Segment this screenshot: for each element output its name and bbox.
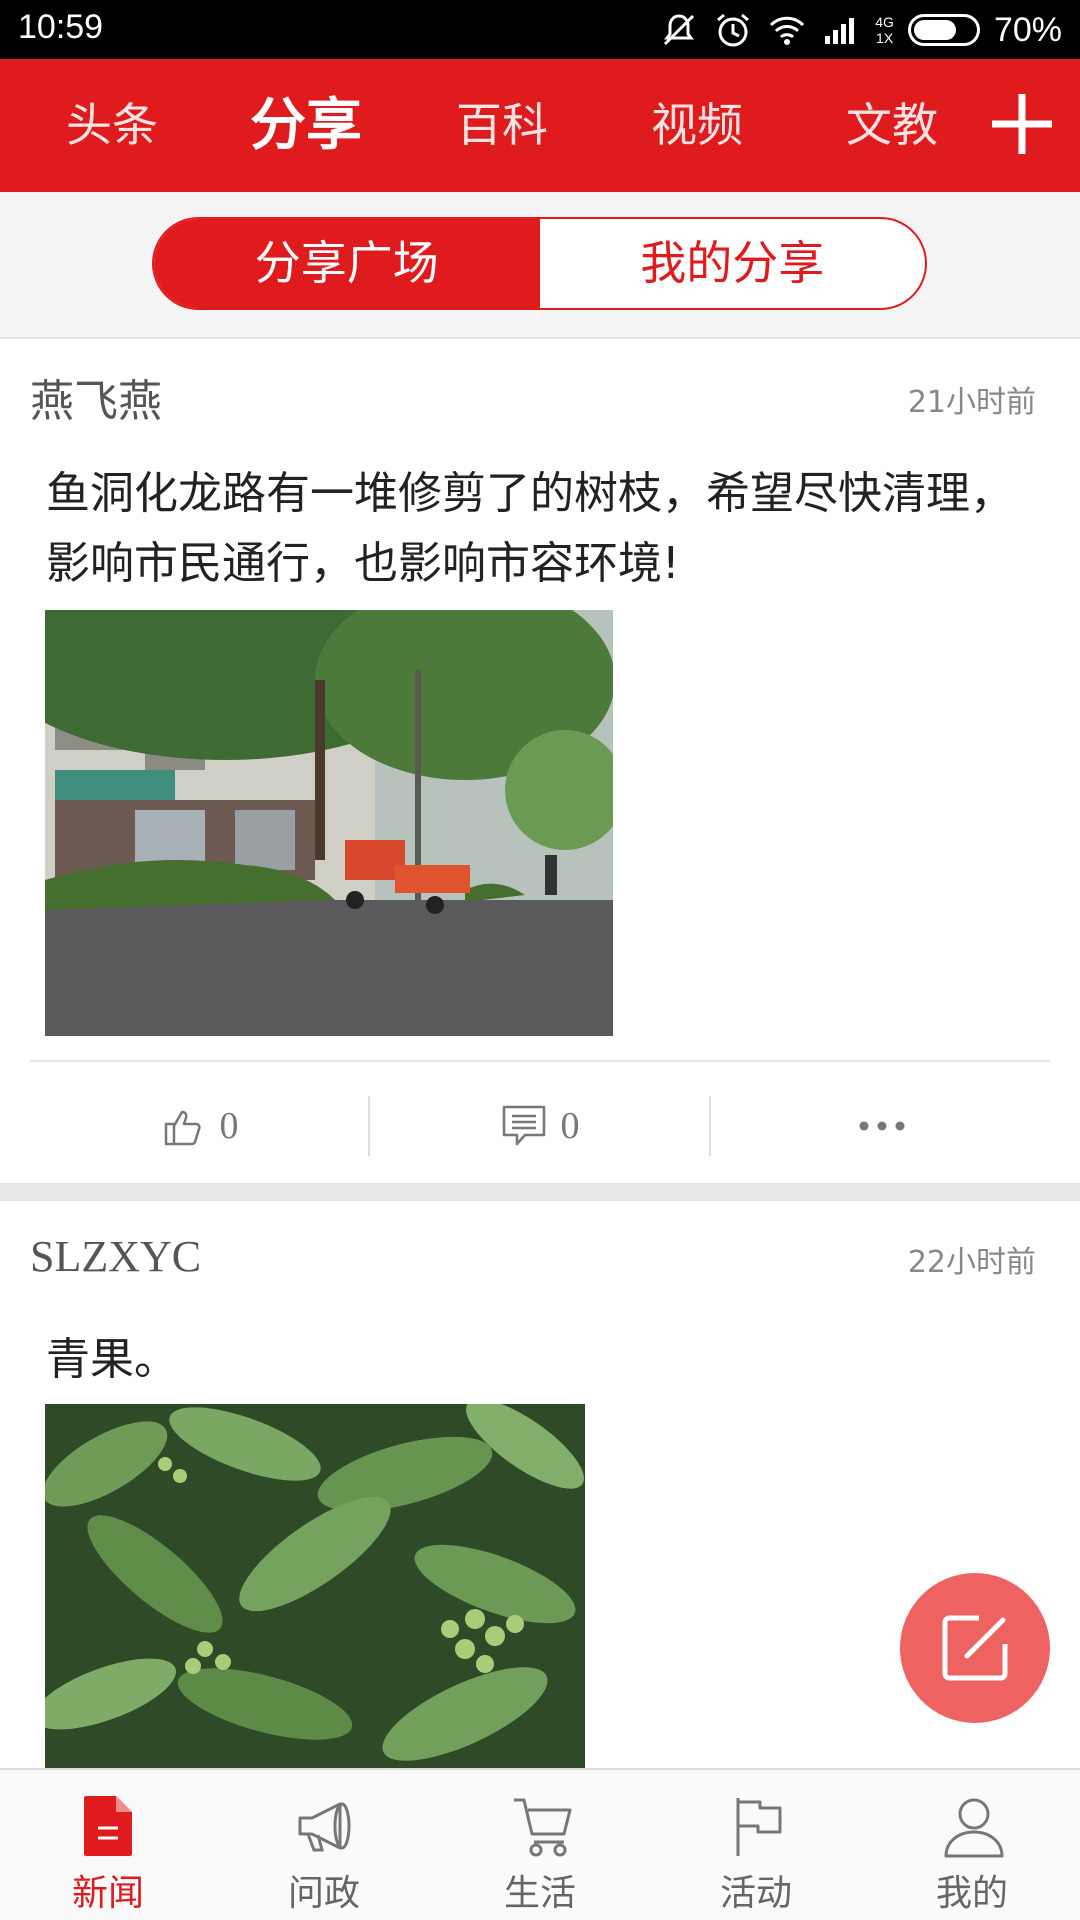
bottom-nav: 新闻 问政 生活 活动 我的 — [0, 1768, 1080, 1920]
post-text: 青果。 — [46, 1334, 178, 1385]
tab-culture-education[interactable]: 文教 — [822, 59, 962, 192]
share-segment-area: 分享广场 我的分享 — [0, 192, 1080, 339]
post-photo[interactable] — [45, 1404, 585, 1768]
cart-icon — [514, 1798, 572, 1857]
segment-share-square[interactable]: 分享广场 — [154, 219, 540, 308]
status-bar: 10:59 4G 1X 70% — [0, 0, 1080, 59]
battery-percent: 70% — [993, 10, 1062, 49]
megaphone-icon — [298, 1802, 351, 1852]
like-count: 0 — [219, 1105, 239, 1147]
bottom-nav-label: 问政 — [287, 1873, 360, 1914]
comment-button[interactable]: 0 — [370, 1081, 710, 1171]
tab-share[interactable]: 分享 — [236, 59, 376, 192]
action-separator — [709, 1096, 711, 1156]
post-author[interactable]: SLZXYC — [30, 1231, 201, 1282]
more-button[interactable] — [712, 1081, 1052, 1171]
segment-my-shares[interactable]: 我的分享 — [540, 219, 926, 308]
comment-icon — [502, 1105, 545, 1146]
mute-icon — [664, 14, 695, 46]
post-separator — [0, 1183, 1080, 1201]
tab-headlines[interactable]: 头条 — [42, 59, 182, 192]
post-time: 22小时前 — [907, 1245, 1036, 1280]
news-icon — [84, 1796, 132, 1856]
tab-encyclopedia[interactable]: 百科 — [432, 59, 572, 192]
user-icon — [944, 1798, 1004, 1858]
bottom-nav-label: 我的 — [935, 1873, 1008, 1914]
category-nav: 头条 分享 百科 视频 文教 — [0, 59, 1080, 192]
bottom-nav-life[interactable]: 生活 — [432, 1770, 648, 1920]
bottom-nav-label: 新闻 — [71, 1873, 144, 1914]
bottom-nav-news[interactable]: 新闻 — [0, 1770, 216, 1920]
bottom-nav-label: 生活 — [503, 1873, 576, 1914]
thumbs-up-icon — [164, 1110, 201, 1146]
compose-icon — [942, 1615, 1008, 1681]
post-divider — [30, 1060, 1050, 1062]
like-button[interactable]: 0 — [30, 1081, 370, 1171]
bottom-nav-mine[interactable]: 我的 — [864, 1770, 1080, 1920]
bottom-nav-activities[interactable]: 活动 — [648, 1770, 864, 1920]
more-dots-icon — [859, 1121, 905, 1131]
compose-button[interactable] — [900, 1573, 1050, 1723]
tab-video[interactable]: 视频 — [627, 59, 767, 192]
status-icons: 4G 1X 70% — [659, 8, 1062, 52]
post-author[interactable]: 燕飞燕 — [30, 365, 162, 429]
wifi-icon — [770, 16, 805, 45]
comment-count: 0 — [560, 1105, 580, 1147]
post-text: 鱼洞化龙路有一堆修剪了的树枝，希望尽快清理，影响市民通行，也影响市容环境! — [46, 468, 1014, 589]
battery-icon — [907, 14, 980, 46]
alarm-icon — [717, 13, 750, 47]
bottom-nav-politics[interactable]: 问政 — [216, 1770, 432, 1920]
post-card[interactable]: 燕飞燕 21小时前 鱼洞化龙路有一堆修剪了的树枝，希望尽快清理，影响市民通行，也… — [0, 341, 1080, 1183]
post-time: 21小时前 — [907, 385, 1036, 420]
status-time: 10:59 — [18, 8, 104, 46]
bottom-nav-label: 活动 — [719, 1873, 792, 1914]
flag-icon — [736, 1798, 782, 1856]
plus-icon[interactable] — [990, 92, 1054, 156]
signal-icon — [825, 18, 855, 44]
post-photo[interactable] — [45, 610, 613, 1036]
share-segmented-control: 分享广场 我的分享 — [152, 217, 927, 310]
network-type: 4G 1X — [875, 14, 894, 46]
